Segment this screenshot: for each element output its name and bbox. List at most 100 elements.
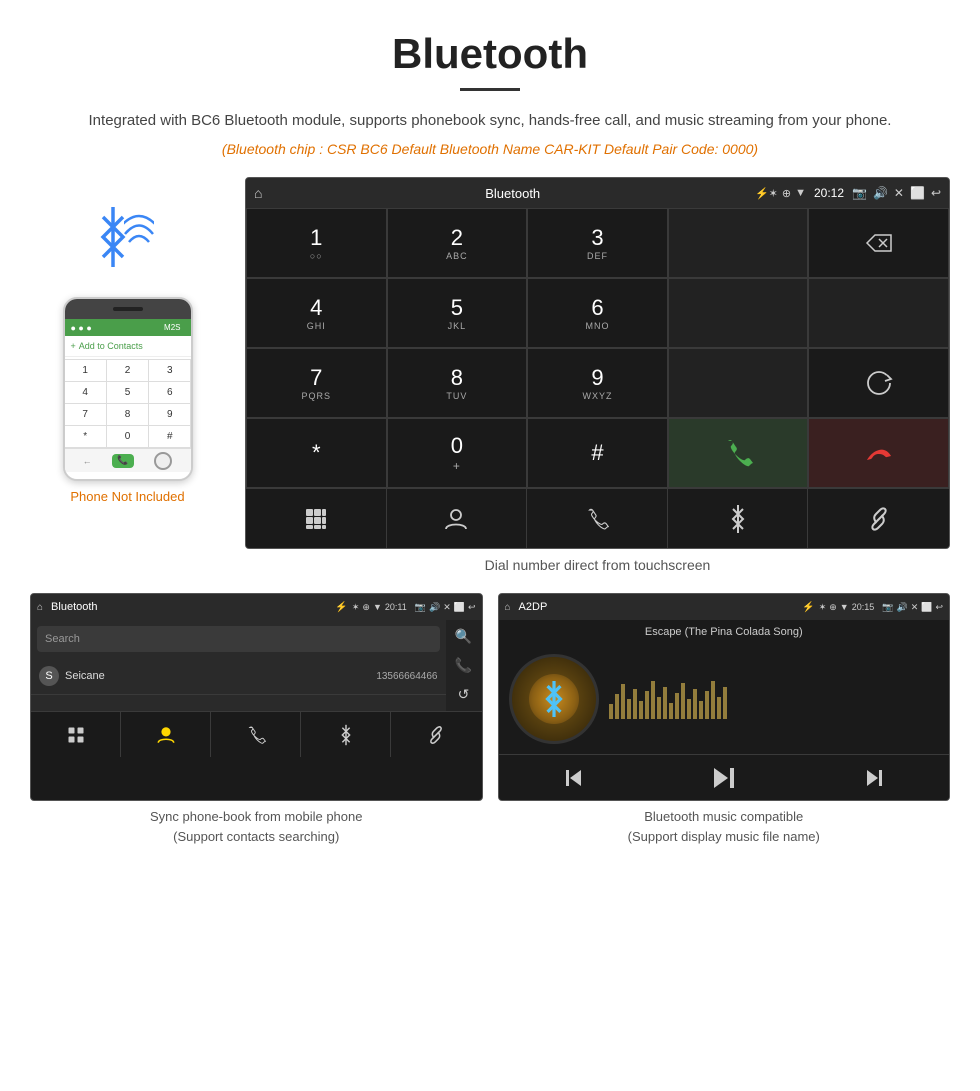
- action-bluetooth[interactable]: [668, 489, 809, 548]
- dial-key-1[interactable]: 1○○: [246, 208, 387, 278]
- pb-refresh-icon[interactable]: ↺: [458, 686, 470, 703]
- phone-key-1[interactable]: 1: [65, 360, 106, 381]
- phone-key-8[interactable]: 8: [107, 404, 148, 425]
- phone-key-3[interactable]: 3: [149, 360, 190, 381]
- phone-speaker: [113, 307, 143, 311]
- phone-screen-bar: ● ● ● M2S: [65, 319, 191, 336]
- eq-bar: [717, 697, 721, 719]
- action-phone[interactable]: [527, 489, 668, 548]
- phone-key-5[interactable]: 5: [107, 382, 148, 403]
- search-bar[interactable]: Search: [37, 626, 440, 652]
- pb-home-icon[interactable]: ⌂: [37, 602, 43, 613]
- music-home-icon[interactable]: ⌂: [505, 602, 511, 613]
- dial-key-5[interactable]: 5JKL: [387, 278, 528, 348]
- close-icon[interactable]: ✕: [894, 186, 904, 200]
- dialpad-row-4: * 0+ #: [246, 418, 949, 488]
- pb-right-icons: 📷 🔊 ✕ ⬜ ↩: [415, 602, 476, 613]
- phone-key-star[interactable]: *: [65, 426, 106, 447]
- phone-key-hash[interactable]: #: [149, 426, 190, 447]
- action-link[interactable]: [808, 489, 949, 548]
- dial-key-0[interactable]: 0+: [387, 418, 528, 488]
- phone-key-0[interactable]: 0: [107, 426, 148, 447]
- eq-bar: [723, 687, 727, 719]
- dial-key-hash[interactable]: #: [527, 418, 668, 488]
- eq-bar: [699, 701, 703, 719]
- eq-bar: [711, 681, 715, 719]
- album-art: [509, 654, 599, 744]
- dial-caption: Dial number direct from touchscreen: [245, 557, 950, 573]
- pb-location-icon: ⊕: [362, 602, 370, 613]
- music-next-button[interactable]: [799, 755, 949, 800]
- camera-icon[interactable]: 📷: [852, 186, 867, 200]
- pb-action-contacts[interactable]: [121, 712, 211, 757]
- bottom-screenshots: ⌂ Bluetooth ⚡ ✶ ⊕ ▼ 20:11 📷 🔊 ✕ ⬜ ↩: [0, 593, 980, 866]
- dial-key-4[interactable]: 4GHI: [246, 278, 387, 348]
- dial-key-3[interactable]: 3DEF: [527, 208, 668, 278]
- music-play-pause-button[interactable]: [649, 755, 799, 800]
- usb-icon: ⚡: [755, 187, 769, 200]
- android-screen: ⌂ Bluetooth ⚡ ✶ ⊕ ▼ 20:12 📷 🔊 ✕ ⬜ ↩: [245, 177, 950, 549]
- dial-key-9[interactable]: 9WXYZ: [527, 348, 668, 418]
- phonebook-screen: ⌂ Bluetooth ⚡ ✶ ⊕ ▼ 20:11 📷 🔊 ✕ ⬜ ↩: [30, 593, 483, 801]
- dial-redial[interactable]: [808, 348, 949, 418]
- dial-end-call-button[interactable]: [808, 418, 949, 488]
- back-icon[interactable]: ↩: [931, 186, 941, 200]
- home-icon[interactable]: ⌂: [254, 185, 262, 201]
- pb-back-icon[interactable]: ↩: [468, 602, 476, 613]
- subtitle-text: Integrated with BC6 Bluetooth module, su…: [60, 109, 920, 133]
- pb-call-icon[interactable]: 📞: [455, 657, 472, 674]
- phone-key-6[interactable]: 6: [149, 382, 190, 403]
- eq-bar: [687, 699, 691, 719]
- dial-key-7[interactable]: 7PQRS: [246, 348, 387, 418]
- eq-bar: [645, 691, 649, 719]
- contact-row[interactable]: S Seicane 13566664466: [31, 658, 446, 695]
- redial-icon: [865, 369, 893, 397]
- dial-key-2[interactable]: 2ABC: [387, 208, 528, 278]
- screen-icon[interactable]: ⬜: [910, 186, 925, 200]
- dial-key-star[interactable]: *: [246, 418, 387, 488]
- pb-search-icon[interactable]: 🔍: [455, 628, 472, 645]
- music-close-icon[interactable]: ✕: [911, 602, 919, 613]
- pb-time: 20:11: [385, 602, 407, 613]
- album-inner: [529, 674, 579, 724]
- left-phone-area: ● ● ● M2S + Add to Contacts 1 2 3 4 5 6 …: [30, 177, 225, 504]
- phone-key-4[interactable]: 4: [65, 382, 106, 403]
- dialpad-row-1: 1○○ 2ABC 3DEF: [246, 208, 949, 278]
- pb-action-grid[interactable]: [31, 712, 121, 757]
- dial-key-6[interactable]: 6MNO: [527, 278, 668, 348]
- eq-bar: [663, 687, 667, 719]
- volume-icon[interactable]: 🔊: [873, 186, 888, 200]
- phone-key-9[interactable]: 9: [149, 404, 190, 425]
- music-screen-icon[interactable]: ⬜: [921, 602, 932, 613]
- music-vol-icon[interactable]: 🔊: [896, 602, 907, 613]
- music-cam-icon[interactable]: 📷: [882, 602, 893, 613]
- pb-action-bt[interactable]: [301, 712, 391, 757]
- call-icon: [722, 437, 754, 469]
- pb-screen-icon[interactable]: ⬜: [454, 602, 465, 613]
- phone-call-button[interactable]: 📞: [112, 454, 134, 468]
- search-placeholder: Search: [45, 633, 80, 645]
- phone-key-2[interactable]: 2: [107, 360, 148, 381]
- pb-close-icon[interactable]: ✕: [443, 602, 451, 613]
- pb-vol-icon[interactable]: 🔊: [429, 602, 440, 613]
- phone-key-7[interactable]: 7: [65, 404, 106, 425]
- phone-home-button[interactable]: [154, 452, 172, 470]
- eq-bar: [639, 701, 643, 719]
- action-contacts[interactable]: [387, 489, 528, 548]
- main-dialpad-screen: ⌂ Bluetooth ⚡ ✶ ⊕ ▼ 20:12 📷 🔊 ✕ ⬜ ↩: [245, 177, 950, 588]
- pb-action-phone[interactable]: [211, 712, 301, 757]
- dial-key-8[interactable]: 8TUV: [387, 348, 528, 418]
- music-usb-icon: ⚡: [802, 602, 814, 613]
- action-grid[interactable]: [246, 489, 387, 548]
- music-back-icon[interactable]: ↩: [935, 602, 943, 613]
- wifi-signal-icon: [124, 212, 154, 252]
- pb-cam-icon[interactable]: 📷: [415, 602, 426, 613]
- eq-bar: [669, 703, 673, 719]
- pb-action-link[interactable]: [391, 712, 481, 757]
- dial-empty-4: [668, 348, 809, 418]
- dial-call-button[interactable]: [668, 418, 809, 488]
- eq-bar: [621, 684, 625, 719]
- play-pause-icon: [710, 764, 738, 792]
- music-prev-button[interactable]: [499, 755, 649, 800]
- dial-backspace[interactable]: [808, 208, 949, 278]
